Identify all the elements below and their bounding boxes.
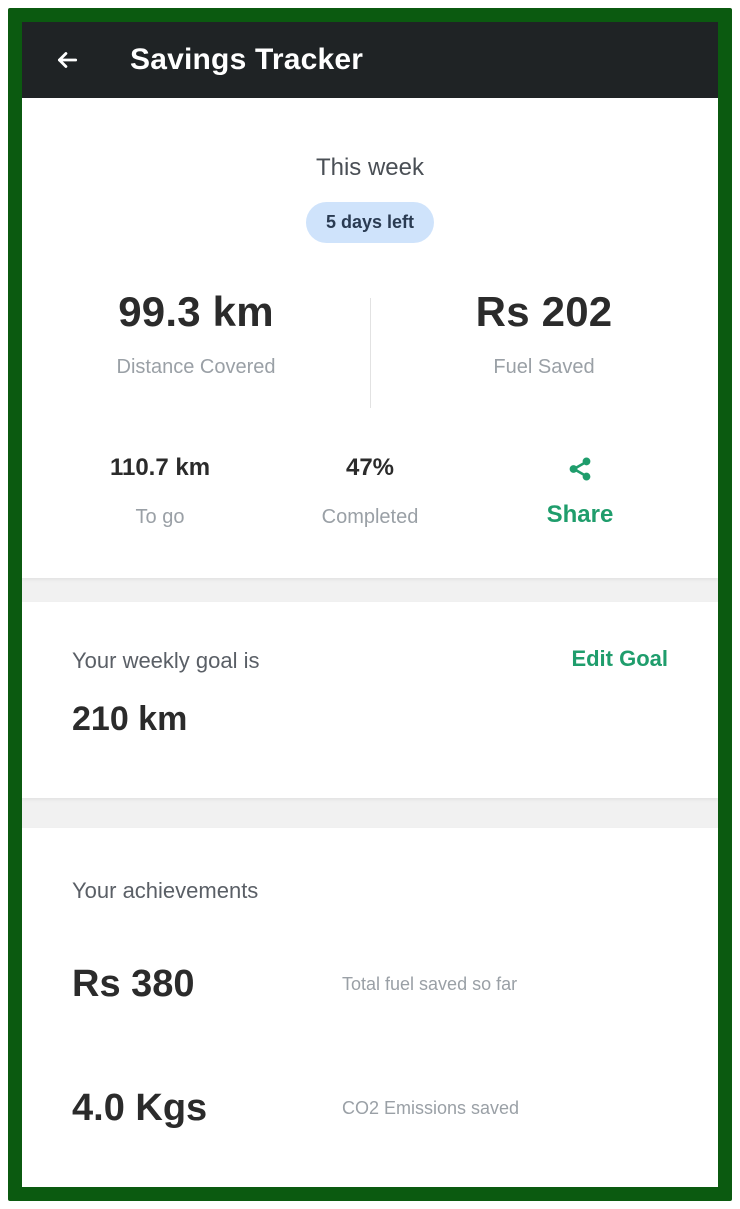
weekly-progress-stats: 110.7 km To go 47% Completed Share: [22, 454, 718, 564]
week-title: This week: [315, 154, 425, 181]
to-go-value: 110.7 km: [109, 454, 211, 481]
distance-value: 99.3 km: [118, 288, 274, 335]
total-fuel-saved-value: Rs 380: [72, 962, 195, 1005]
achievements-title: Your achievements: [72, 878, 259, 903]
weekly-goal-value: 210 km: [72, 700, 188, 738]
share-button[interactable]: Share: [475, 454, 685, 564]
completed-stat: 47% Completed: [265, 454, 475, 564]
fuel-saved-label: Fuel Saved: [493, 356, 595, 378]
days-left-badge: 5 days left: [305, 202, 435, 243]
to-go-label: To go: [135, 506, 185, 528]
fuel-saved-stat: Rs 202 Fuel Saved: [370, 288, 718, 379]
achievements-card: Your achievements Rs 380 Total fuel save…: [22, 828, 718, 1187]
total-fuel-saved-label: Total fuel saved so far: [342, 973, 518, 994]
distance-label: Distance Covered: [116, 356, 276, 378]
fuel-saved-value: Rs 202: [475, 288, 613, 335]
weekly-goal-label: Your weekly goal is: [72, 648, 260, 673]
weekly-main-stats: 99.3 km Distance Covered Rs 202 Fuel Sav…: [22, 288, 718, 418]
share-icon: [567, 456, 593, 482]
completed-label: Completed: [321, 506, 419, 528]
achievement-row: Rs 380 Total fuel saved so far: [72, 954, 668, 1014]
weekly-goal-card: Your weekly goal is Edit Goal 210 km: [22, 602, 718, 798]
app-title: Savings Tracker: [130, 43, 364, 76]
to-go-stat: 110.7 km To go: [55, 454, 265, 564]
edit-goal-button[interactable]: Edit Goal: [571, 646, 668, 672]
co2-saved-value: 4.0 Kgs: [72, 1086, 208, 1129]
weekly-summary-card: This week 5 days left 99.3 km Distance C…: [22, 98, 718, 578]
distance-stat: 99.3 km Distance Covered: [22, 288, 370, 379]
app-bar: Savings Tracker: [22, 22, 718, 98]
achievement-row: 4.0 Kgs CO2 Emissions saved: [72, 1078, 668, 1138]
back-arrow-icon[interactable]: [50, 43, 84, 77]
device-frame: Savings Tracker This week 5 days left 99…: [8, 8, 732, 1201]
co2-saved-label: CO2 Emissions saved: [342, 1097, 520, 1118]
share-label: Share: [546, 501, 614, 528]
completed-value: 47%: [345, 454, 395, 481]
app-screen: Savings Tracker This week 5 days left 99…: [22, 22, 718, 1187]
